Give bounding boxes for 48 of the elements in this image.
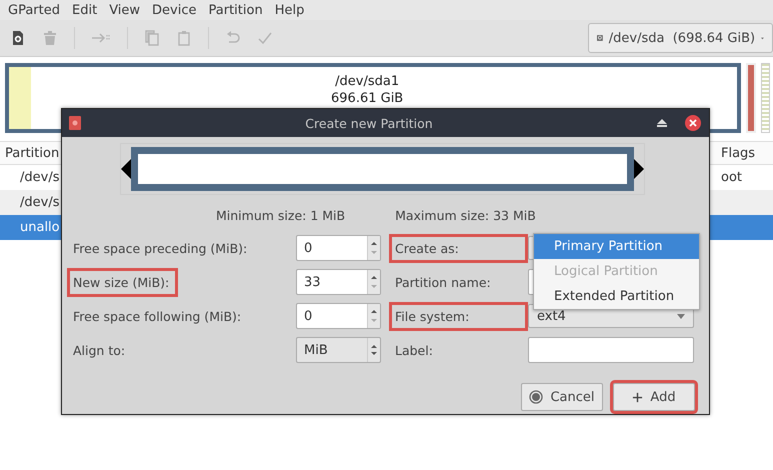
used-space-bar: [9, 67, 31, 129]
menu-item[interactable]: Edit: [68, 2, 106, 18]
combo-box[interactable]: MiB: [296, 337, 381, 363]
menu-item[interactable]: Device: [148, 2, 205, 18]
maximize-icon[interactable]: [657, 119, 667, 127]
spin-arrows-icon[interactable]: [367, 270, 380, 294]
field-label: Free space preceding (MiB):: [72, 240, 248, 258]
menu-item[interactable]: View: [105, 2, 148, 18]
table-cell-text: /dev/s: [19, 170, 60, 185]
field-label: Free space following (MiB):: [72, 308, 242, 326]
table-cell-text: unallo: [19, 220, 61, 235]
field-label: File system:: [389, 302, 528, 330]
menu-item[interactable]: Help: [270, 2, 312, 18]
minimum-size-text: Minimum size: 1 MiB: [216, 208, 346, 223]
text-field[interactable]: [528, 337, 694, 363]
partition-size-bar[interactable]: [131, 147, 634, 191]
close-icon[interactable]: [685, 115, 701, 131]
table-cell-text: /dev/s: [19, 195, 60, 210]
field-label: New size (MiB):: [67, 268, 178, 296]
partition-name: /dev/sda1: [335, 73, 400, 90]
field-label: Label:: [394, 342, 434, 360]
spin-field[interactable]: 0: [296, 303, 381, 329]
partition-bar: [746, 63, 756, 133]
plus-icon: [632, 392, 644, 402]
maximum-size-text: Maximum size: 33 MiB: [395, 208, 536, 223]
dialog-button[interactable]: Cancel: [521, 383, 603, 411]
menu-item[interactable]: Partition: [204, 2, 271, 18]
dropdown-option[interactable]: Primary Partition: [534, 234, 699, 259]
new-document-icon[interactable]: [10, 30, 26, 46]
app-icon: [69, 116, 81, 130]
cancel-icon: [529, 390, 544, 404]
unallocated-bar: [761, 63, 770, 133]
menu-item[interactable]: GParted: [4, 2, 68, 18]
device-selector[interactable]: /dev/sda (698.64 GiB): [588, 23, 773, 53]
partition-size: 696.61 GiB: [331, 90, 404, 107]
spin-field[interactable]: 33: [296, 269, 381, 295]
window-title: Create new Partition: [304, 116, 434, 130]
column-header[interactable]: Flags: [721, 146, 773, 160]
field-label: Partition name:: [394, 274, 492, 292]
field-label: Create as:: [389, 234, 528, 262]
spin-arrows-icon[interactable]: [367, 236, 380, 260]
spin-arrows-icon[interactable]: [367, 304, 380, 328]
spin-arrows-icon[interactable]: [367, 338, 380, 362]
dialog-button[interactable]: Add: [613, 383, 695, 411]
field-label: Align to:: [72, 342, 126, 360]
spin-field[interactable]: 0: [296, 235, 381, 261]
table-cell-text: oot: [721, 170, 744, 185]
caret-icon: [677, 314, 685, 318]
